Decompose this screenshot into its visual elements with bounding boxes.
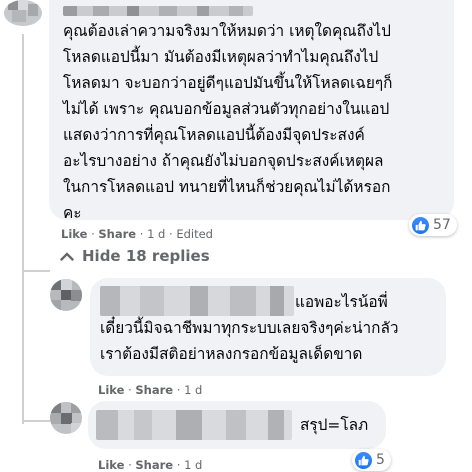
comment-text: คุณต้องเล่าความจริงมาให้หมดว่า เหตุใดคุณ… [63,22,393,222]
reply-connector [22,270,50,272]
like-reaction-icon [355,451,372,469]
like-link[interactable]: Like [98,458,124,472]
timestamp[interactable]: 1 d [147,227,165,241]
avatar[interactable] [4,0,42,26]
share-link[interactable]: Share [98,227,136,241]
reply-bubble: แอพอะไรน้อพี่ เดี๋ยวนี้มิจฉาชีพมาทุกระบบ… [90,278,446,376]
like-reaction-icon [412,216,429,234]
avatar[interactable] [50,402,82,434]
like-link[interactable]: Like [98,383,124,397]
share-link[interactable]: Share [135,458,173,472]
like-link[interactable]: Like [61,227,87,241]
hide-replies-button[interactable]: Hide 18 replies [60,247,210,265]
reply-bubble: สรุป=โลภ [88,401,386,449]
reaction-count[interactable]: 57 [409,214,457,236]
reply-connector [22,420,50,422]
share-link[interactable]: Share [135,383,173,397]
timestamp[interactable]: 1 d [184,383,202,397]
comment-actions: Like · Share · 1 d · Edited [61,227,213,241]
commenter-name[interactable] [63,6,253,16]
reply-actions: Like · Share · 1 d [98,458,203,472]
commenter-name[interactable] [96,410,292,440]
chevron-up-icon [60,252,74,261]
avatar[interactable] [50,279,82,311]
reply-actions: Like · Share · 1 d [98,383,203,397]
timestamp[interactable]: 1 d [184,458,202,472]
comment-bubble: คุณต้องเล่าความจริงมาให้หมดว่า เหตุใดคุณ… [49,0,454,222]
reply-text: สรุป=โลภ [300,416,369,434]
thread-line [22,34,24,424]
edited-label[interactable]: Edited [176,227,213,241]
reaction-count[interactable]: 5 [352,449,391,471]
reply-text: แอพอะไรน้อพี่ เดี๋ยวนี้มิจฉาชีพมาทุกระบบ… [100,293,399,363]
